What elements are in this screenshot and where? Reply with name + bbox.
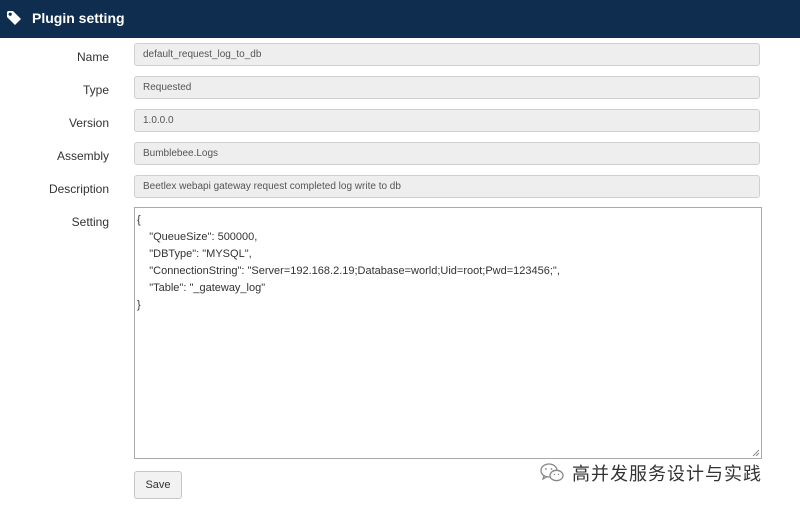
plugin-setting-header: Plugin setting	[0, 0, 800, 38]
page-title: Plugin setting	[32, 10, 125, 26]
setting-textarea[interactable]: { "QueueSize": 500000, "DBType": "MYSQL"…	[134, 207, 762, 459]
version-field[interactable]: 1.0.0.0	[134, 109, 760, 132]
save-button[interactable]: Save	[134, 471, 182, 499]
watermark: 高并发服务设计与实践	[540, 458, 762, 488]
setting-line: {	[137, 214, 141, 226]
version-label: Version	[68, 116, 109, 130]
description-label: Description	[48, 182, 109, 196]
assembly-field[interactable]: Bumblebee.Logs	[134, 142, 760, 165]
type-label: Type	[82, 83, 109, 97]
watermark-text: 高并发服务设计与实践	[572, 464, 762, 485]
setting-line: "QueueSize": 500000,	[137, 231, 258, 243]
name-label: Name	[76, 50, 109, 64]
assembly-label: Assembly	[56, 149, 109, 163]
setting-line: "Table": "_gateway_log"	[137, 282, 266, 294]
setting-label: Setting	[71, 215, 109, 229]
tag-icon	[7, 11, 21, 25]
description-field[interactable]: Beetlex webapi gateway request completed…	[134, 175, 760, 198]
resize-grip-icon[interactable]	[752, 449, 760, 457]
setting-line: }	[137, 299, 141, 311]
setting-line: "ConnectionString": "Server=192.168.2.19…	[137, 265, 560, 277]
type-field[interactable]: Requested	[134, 76, 760, 99]
name-field[interactable]: default_request_log_to_db	[134, 43, 760, 66]
wechat-icon	[540, 463, 564, 482]
setting-line: "DBType": "MYSQL",	[137, 248, 252, 260]
